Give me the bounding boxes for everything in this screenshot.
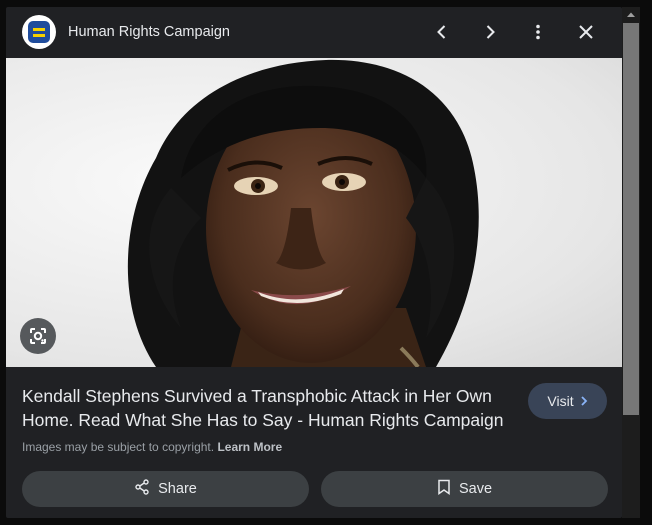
save-label: Save [458,481,493,497]
share-icon [134,479,150,499]
result-title[interactable]: Kendall Stephens Survived a Transphobic … [22,384,512,432]
save-button[interactable]: Save [321,471,608,507]
more-vert-icon[interactable] [526,20,550,44]
close-icon[interactable] [574,20,598,44]
bookmark-icon [437,479,451,499]
chevron-right-icon[interactable] [478,20,502,44]
scrollbar-thumb[interactable] [623,23,639,415]
image-viewer-panel: Human Rights Campaign Kendall Stephens S… [6,7,622,518]
result-image[interactable] [6,58,622,367]
scroll-up-icon[interactable] [622,7,640,21]
source-title[interactable]: Human Rights Campaign [68,24,230,40]
copyright-notice: Images may be subject to copyright. Lear… [22,440,282,454]
google-lens-icon[interactable] [20,318,56,354]
copyright-text: Images may be subject to copyright. [22,440,215,454]
chevron-left-icon[interactable] [430,20,454,44]
learn-more-link[interactable]: Learn More [217,440,282,454]
portrait-photo [127,59,479,367]
visit-button[interactable]: Visit [528,383,607,419]
hrc-logo[interactable] [22,15,56,49]
scrollbar[interactable] [622,7,640,518]
visit-label: Visit [547,393,574,409]
share-button[interactable]: Share [22,471,309,507]
chevron-right-icon [580,393,588,409]
share-label: Share [158,481,197,497]
viewer-header: Human Rights Campaign [6,7,622,57]
